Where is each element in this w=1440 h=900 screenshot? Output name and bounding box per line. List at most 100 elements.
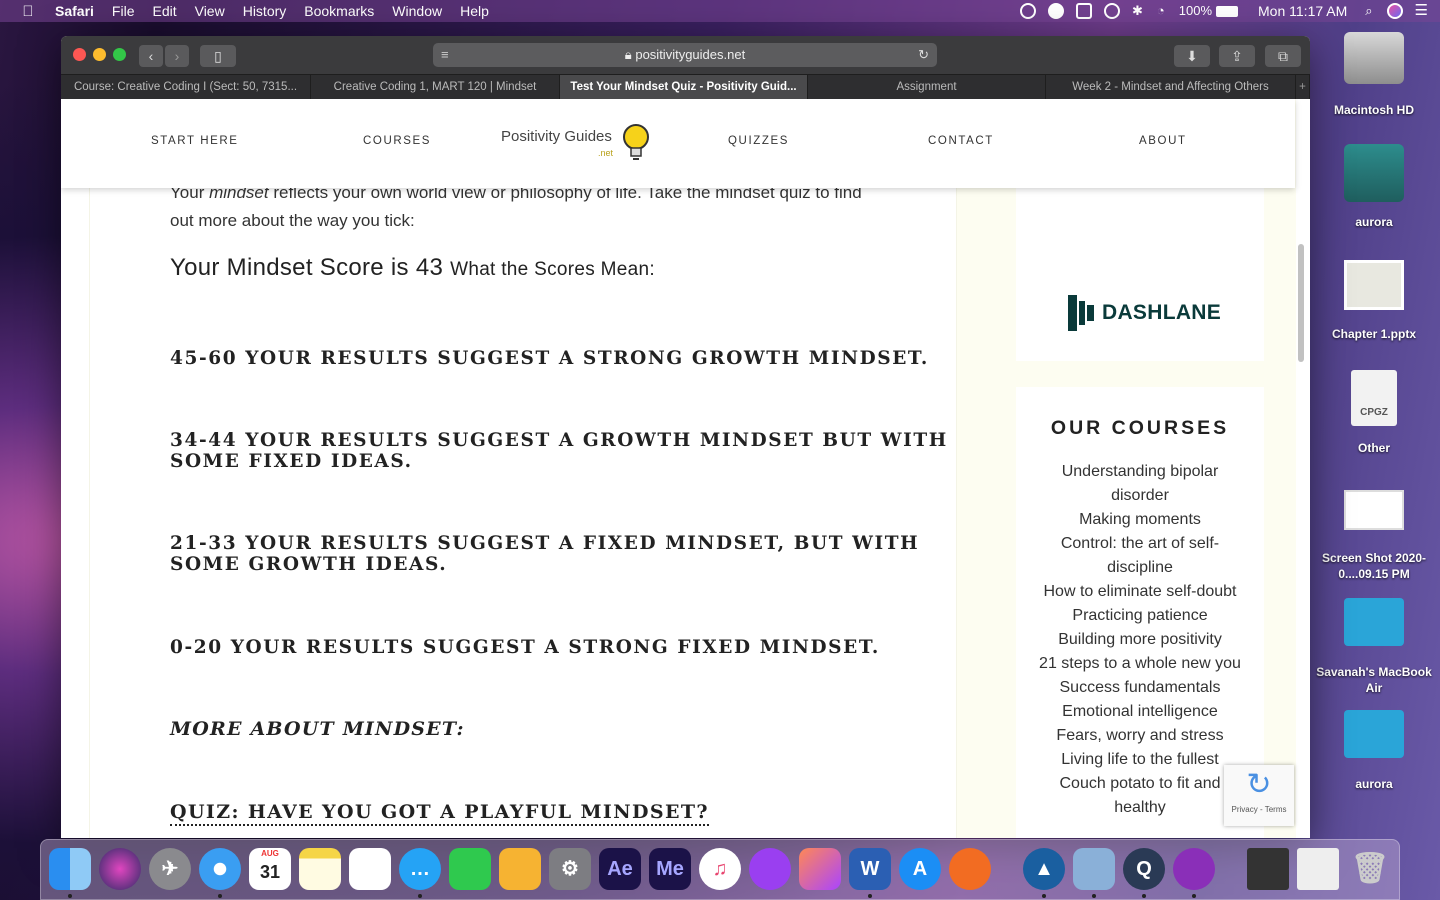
tab-assignment[interactable]: Assignment	[808, 75, 1046, 99]
desktop-icon-other[interactable]: CPGZ Other	[1314, 370, 1434, 456]
calendar-icon[interactable]: AUG 31	[249, 848, 291, 890]
messages-icon[interactable]: …	[399, 848, 441, 890]
recaptcha-badge[interactable]: ↻ Privacy - Terms	[1224, 765, 1294, 826]
launchpad-icon[interactable]: ✈	[149, 848, 191, 890]
dashlane-ad[interactable]: DASHLANE	[1068, 295, 1221, 331]
screenshot-thumbnail-icon	[1344, 490, 1404, 530]
bluetooth-icon[interactable]: ✱	[1132, 0, 1143, 22]
notification-center-icon[interactable]: ☰	[1415, 0, 1428, 22]
course-link[interactable]: Success fundamentals	[1032, 676, 1248, 700]
forward-button[interactable]: ›	[165, 45, 189, 67]
tab-course-creative-coding[interactable]: Course: Creative Coding I (Sect: 50, 731…	[61, 75, 311, 99]
course-link[interactable]: Making moments	[1032, 508, 1248, 532]
course-link[interactable]: Building more positivity	[1032, 628, 1248, 652]
system-preferences-icon[interactable]: ⚙	[549, 848, 591, 890]
media-encoder-icon[interactable]: Me	[649, 848, 691, 890]
desktop-icon-aurora-folder[interactable]: aurora	[1314, 710, 1434, 792]
tab-week-2-mindset[interactable]: Week 2 - Mindset and Affecting Others	[1046, 75, 1296, 99]
menu-help[interactable]: Help	[460, 0, 489, 22]
origin-icon[interactable]	[949, 848, 991, 890]
preview-icon[interactable]	[1073, 848, 1115, 890]
page-scrollbar[interactable]	[1298, 244, 1304, 362]
new-tab-button[interactable]: +	[1296, 75, 1310, 99]
battery-icon[interactable]	[1216, 5, 1239, 17]
playful-mindset-quiz-link[interactable]: QUIZ: HAVE YOU GOT A PLAYFUL MINDSET?	[170, 801, 709, 826]
course-link[interactable]: How to eliminate self-doubt	[1032, 580, 1248, 604]
safari-icon[interactable]	[199, 848, 241, 890]
github-desktop-icon[interactable]	[1173, 848, 1215, 890]
nav-start-here[interactable]: START HERE	[151, 135, 239, 147]
music-icon[interactable]: ♫	[699, 848, 741, 890]
sidebar-toggle-button[interactable]: ▯	[200, 45, 236, 67]
word-icon[interactable]: W	[849, 848, 891, 890]
menu-history[interactable]: History	[243, 0, 287, 22]
quicktime-icon[interactable]: Q	[1123, 848, 1165, 890]
podcasts-icon[interactable]	[749, 848, 791, 890]
reminders-icon[interactable]	[349, 848, 391, 890]
after-effects-icon[interactable]: Ae	[599, 848, 641, 890]
zoom-window-button[interactable]	[113, 48, 126, 61]
desktop-icon-label: aurora	[1355, 777, 1393, 791]
close-window-button[interactable]	[73, 48, 86, 61]
recent-window-thumbnail[interactable]	[1247, 848, 1289, 890]
app-store-icon[interactable]: A	[899, 848, 941, 890]
menu-file[interactable]: File	[112, 0, 135, 22]
downloads-button[interactable]: ⬇	[1174, 45, 1210, 67]
course-link[interactable]: Emotional intelligence	[1032, 700, 1248, 724]
apple-menu-icon[interactable]: 	[19, 3, 37, 20]
siri-icon[interactable]	[1386, 3, 1403, 19]
minimize-window-button[interactable]	[93, 48, 106, 61]
course-link[interactable]: Couch potato to fit and healthy	[1032, 772, 1248, 820]
site-logo[interactable]: Positivity Guides .net	[501, 123, 661, 163]
desktop-icon-screen-shot[interactable]: Screen Shot 2020-0....09.15 PM	[1314, 490, 1434, 582]
malwarebytes-icon[interactable]	[1048, 3, 1064, 19]
course-link[interactable]: Fears, worry and stress	[1032, 724, 1248, 748]
facetime-icon[interactable]	[449, 848, 491, 890]
share-button[interactable]: ⇪	[1219, 45, 1255, 67]
score-value: 43	[415, 254, 444, 281]
spotlight-search-icon[interactable]: ⌕	[1365, 0, 1372, 22]
recaptcha-privacy-terms[interactable]: Privacy - Terms	[1224, 805, 1294, 814]
back-button[interactable]: ‹	[139, 45, 163, 67]
nav-quizzes[interactable]: QUIZZES	[728, 135, 789, 147]
documents-stack-icon[interactable]	[1297, 848, 1339, 890]
wifi-icon[interactable]: ◔	[1157, 0, 1165, 22]
nav-courses[interactable]: COURSES	[363, 135, 431, 147]
siri-icon[interactable]	[99, 848, 141, 890]
desktop-icon-macintosh-hd[interactable]: Macintosh HD	[1314, 32, 1434, 118]
reload-icon[interactable]: ↻	[918, 43, 929, 67]
menu-window[interactable]: Window	[392, 0, 442, 22]
finder-icon[interactable]	[49, 848, 91, 890]
desktop-icon-savanahs-macbook-air[interactable]: Savanah's MacBook Air	[1314, 598, 1434, 696]
pages-icon[interactable]	[499, 848, 541, 890]
menu-edit[interactable]: Edit	[152, 0, 176, 22]
trash-icon[interactable]: 🗑︎	[1349, 848, 1391, 890]
nav-about[interactable]: ABOUT	[1139, 135, 1187, 147]
address-bar[interactable]: ≡ 🔒︎ positivityguides.net ↻	[433, 43, 937, 67]
nav-contact[interactable]: CONTACT	[928, 135, 994, 147]
course-link[interactable]: Living life to the fullest	[1032, 748, 1248, 772]
result-range-0-20: 0-20 Your results suggest a strong fixed…	[170, 637, 880, 658]
course-link[interactable]: 21 steps to a whole new you	[1032, 652, 1248, 676]
menu-app-safari[interactable]: Safari	[55, 0, 94, 22]
running-indicator	[1192, 894, 1196, 898]
final-cut-pro-icon[interactable]	[799, 848, 841, 890]
creative-cloud-icon[interactable]	[1020, 3, 1036, 19]
time-machine-icon[interactable]	[1104, 3, 1120, 19]
desktop-icon-label: aurora	[1355, 215, 1393, 229]
course-link[interactable]: Understanding bipolar disorder	[1032, 460, 1248, 508]
desktop-icon-aurora-drive[interactable]: aurora	[1314, 144, 1434, 230]
tab-overview-button[interactable]: ⧉	[1265, 45, 1301, 67]
cisco-anyconnect-icon[interactable]: ▲	[1023, 848, 1065, 890]
tab-creative-coding-mindset[interactable]: Creative Coding 1, MART 120 | Mindset	[311, 75, 560, 99]
course-link[interactable]: Control: the art of self-discipline	[1032, 532, 1248, 580]
clock[interactable]: Mon 11:17 AM	[1258, 0, 1347, 22]
dropbox-icon[interactable]	[1076, 3, 1092, 19]
notes-icon[interactable]	[299, 848, 341, 890]
menu-bookmarks[interactable]: Bookmarks	[304, 0, 374, 22]
reader-view-icon[interactable]: ≡	[441, 43, 449, 67]
course-link[interactable]: Practicing patience	[1032, 604, 1248, 628]
menu-view[interactable]: View	[195, 0, 225, 22]
tab-mindset-quiz[interactable]: Test Your Mindset Quiz - Positivity Guid…	[560, 75, 808, 99]
desktop-icon-chapter-1-pptx[interactable]: Chapter 1.pptx	[1314, 260, 1434, 342]
